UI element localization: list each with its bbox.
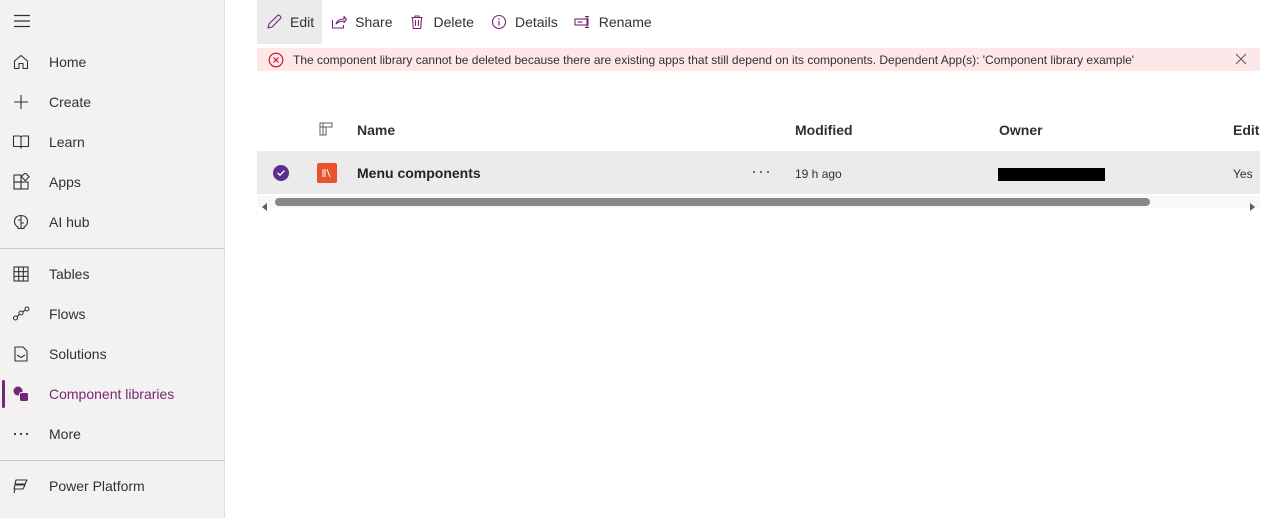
nav-item-label: Tables <box>49 266 90 282</box>
nav-item-label: Flows <box>49 306 86 322</box>
rename-button[interactable]: Rename <box>566 0 660 44</box>
nav-item-create[interactable]: Create <box>0 82 224 122</box>
column-header-name[interactable]: Name <box>357 122 395 138</box>
scrollbar-thumb[interactable] <box>275 198 1150 206</box>
share-button[interactable]: Share <box>322 0 400 44</box>
more-icon <box>11 424 31 444</box>
left-nav: Home Create Learn Apps AI hub Tables Flo… <box>0 0 225 518</box>
nav-item-home[interactable]: Home <box>0 42 224 82</box>
flow-icon <box>11 304 31 324</box>
command-bar: Edit Share Delete Details Rename <box>257 0 660 44</box>
scroll-left-icon[interactable] <box>261 198 269 211</box>
nav-item-label: Power Platform <box>49 478 145 494</box>
row-owner-redacted <box>998 168 1105 181</box>
hamburger-menu-icon[interactable] <box>12 11 32 31</box>
power-platform-icon <box>11 476 31 496</box>
delete-button[interactable]: Delete <box>400 0 481 44</box>
nav-item-learn[interactable]: Learn <box>0 122 224 162</box>
edit-label: Edit <box>290 14 315 30</box>
error-circle-icon <box>268 52 284 68</box>
book-icon <box>11 132 31 152</box>
share-label: Share <box>355 14 393 30</box>
delete-label: Delete <box>433 14 474 30</box>
info-icon <box>490 13 508 31</box>
nav-item-label: Learn <box>49 134 85 150</box>
brain-icon <box>11 212 31 232</box>
nav-divider <box>0 460 225 461</box>
pencil-icon <box>265 13 283 31</box>
nav-item-more[interactable]: More <box>0 414 224 454</box>
row-editable: Yes <box>1233 167 1253 181</box>
nav-item-label: Apps <box>49 174 81 190</box>
horizontal-scrollbar[interactable] <box>257 196 1260 211</box>
details-button[interactable]: Details <box>482 0 566 44</box>
column-options-icon[interactable] <box>318 121 334 137</box>
table-icon <box>11 264 31 284</box>
nav-item-label: More <box>49 426 81 442</box>
rename-label: Rename <box>598 14 652 30</box>
nav-item-flows[interactable]: Flows <box>0 294 224 334</box>
rename-icon <box>574 13 592 31</box>
nav-item-apps[interactable]: Apps <box>0 162 224 202</box>
nav-item-label: Solutions <box>49 346 107 362</box>
nav-item-tables[interactable]: Tables <box>0 254 224 294</box>
checkmark-icon[interactable] <box>273 165 289 181</box>
nav-divider <box>0 248 225 249</box>
error-message: The component library cannot be deleted … <box>293 53 1135 67</box>
plus-icon <box>11 92 31 112</box>
table-header: Name Modified Owner Edit <box>257 110 1269 148</box>
scroll-right-icon[interactable] <box>1248 198 1256 211</box>
edit-button[interactable]: Edit <box>257 0 323 44</box>
column-header-modified[interactable]: Modified <box>795 122 853 138</box>
column-header-owner[interactable]: Owner <box>999 122 1043 138</box>
nav-item-label: Create <box>49 94 92 110</box>
trash-icon <box>408 13 426 31</box>
column-header-editable[interactable]: Edit <box>1233 122 1259 138</box>
share-icon <box>330 13 348 31</box>
close-icon[interactable] <box>1234 52 1248 66</box>
apps-icon <box>11 172 31 192</box>
error-banner: The component library cannot be deleted … <box>257 48 1260 71</box>
nav-item-ai-hub[interactable]: AI hub <box>0 202 224 242</box>
nav-item-label: Component libraries <box>49 386 175 402</box>
row-name[interactable]: Menu components <box>357 165 481 181</box>
component-libraries-icon <box>11 384 31 404</box>
nav-item-solutions[interactable]: Solutions <box>0 334 224 374</box>
solutions-icon <box>11 344 31 364</box>
more-options-icon[interactable] <box>751 163 771 181</box>
details-label: Details <box>514 14 558 30</box>
nav-item-label: AI hub <box>49 214 90 230</box>
row-modified: 19 h ago <box>795 167 842 181</box>
table-row[interactable]: Menu components 19 h ago Yes <box>257 151 1260 194</box>
nav-item-component-libraries[interactable]: Component libraries <box>0 374 224 414</box>
nav-item-label: Home <box>49 54 87 70</box>
home-icon <box>11 52 31 72</box>
component-library-icon <box>317 163 337 183</box>
nav-item-power-platform[interactable]: Power Platform <box>0 466 224 506</box>
